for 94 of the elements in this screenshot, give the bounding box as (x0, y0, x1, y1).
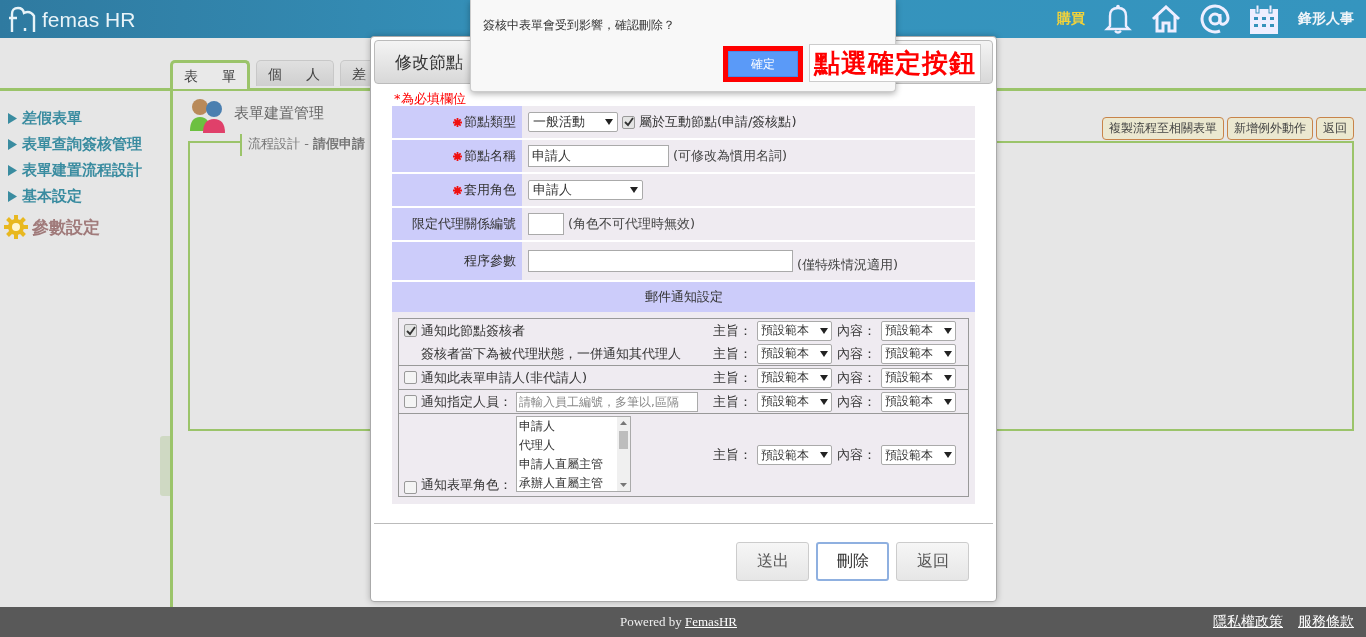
content-select[interactable]: 預設範本 (881, 445, 956, 465)
people-icon (188, 97, 228, 133)
action-button[interactable]: 複製流程至相關表單 (1102, 116, 1224, 140)
sidebar-toggle[interactable] (160, 436, 170, 496)
list-option[interactable]: 申請人 (517, 417, 617, 436)
caret-icon (944, 374, 952, 381)
field-label: 程序參數 (464, 252, 516, 270)
dialog-button[interactable]: 送出 (736, 541, 809, 581)
caret-icon (820, 327, 828, 334)
notify-label: 通知此節點簽核者 (421, 321, 525, 340)
action-button[interactable]: 新增例外動作 (1227, 116, 1313, 140)
notify-label: 通知指定人員： (421, 392, 512, 411)
confirm-message: 簽核中表單會受到影響，確認刪除？ (483, 17, 676, 34)
checkbox[interactable] (622, 115, 635, 129)
text-area[interactable] (528, 250, 793, 272)
caret-icon (630, 187, 638, 193)
subject-select[interactable]: 預設範本 (757, 445, 832, 465)
dialog-button[interactable]: 刪除 (816, 541, 889, 581)
bell-icon[interactable] (1104, 4, 1132, 34)
section-header: 郵件通知設定 (392, 282, 975, 312)
home-icon[interactable] (1151, 5, 1181, 33)
dialog-button[interactable]: 返回 (896, 541, 969, 581)
bullet-icon (8, 164, 17, 176)
caret-icon (944, 398, 952, 405)
list-option[interactable]: 申請人直屬主管 (517, 455, 617, 474)
footer-credit: Powered by FemasHR (620, 614, 737, 630)
callout-label: 點選確定按鈕 (809, 44, 981, 82)
required-note: *為必填欄位 (394, 92, 467, 106)
bullet-icon (8, 138, 17, 150)
content-label: 內容： (837, 368, 876, 387)
footer-link[interactable]: 隱私權政策 (1213, 613, 1283, 631)
input-field[interactable]: 請輸入員工編號，多筆以,區隔 (516, 391, 698, 412)
caret-icon (944, 350, 952, 357)
content-label: 內容： (837, 392, 876, 411)
caret-icon (820, 374, 828, 381)
checkbox[interactable] (404, 481, 417, 494)
input-field[interactable] (528, 213, 564, 235)
field-label: 節點名稱 (464, 147, 516, 165)
field-label: 節點類型 (464, 113, 516, 131)
content-select[interactable]: 預設範本 (881, 320, 956, 341)
content-select[interactable]: 預設範本 (881, 343, 956, 364)
tab[interactable]: 表 單 (170, 60, 250, 89)
field-hint: (角色不可代理時無效) (568, 215, 696, 233)
content-label: 內容： (837, 321, 876, 340)
bullet-icon (8, 190, 17, 202)
content-select[interactable]: 預設範本 (881, 391, 956, 412)
subject-select[interactable]: 預設範本 (757, 320, 832, 341)
caret-icon (605, 119, 613, 125)
field-label: 套用角色 (464, 181, 516, 199)
bullet-icon (8, 112, 17, 124)
caret-icon (820, 398, 828, 405)
subject-label: 主旨： (713, 344, 752, 363)
subject-label: 主旨： (713, 392, 752, 411)
notify-label: 簽核者當下為被代理狀態，一併通知其代理人 (421, 344, 681, 363)
caret-icon (944, 327, 952, 334)
input-field[interactable]: 申請人 (528, 145, 669, 167)
email-icon[interactable] (1200, 4, 1230, 34)
list-option[interactable]: 代理人 (517, 436, 617, 455)
calendar-icon[interactable] (1249, 4, 1279, 34)
notify-label: 通知表單角色： (421, 476, 512, 494)
footer-link[interactable]: 服務條款 (1298, 613, 1354, 631)
list-option[interactable]: 承辦人直屬主管 (517, 474, 617, 491)
brand-link[interactable]: FemasHR (685, 614, 737, 629)
checkbox[interactable] (404, 371, 417, 384)
subject-label: 主旨： (713, 321, 752, 340)
list-box[interactable]: 申請人 代理人 申請人直屬主管 承辦人直屬主管 (516, 416, 631, 492)
select-field[interactable]: 一般活動 (528, 112, 618, 132)
logo-text: femas HR (42, 8, 136, 32)
subject-select[interactable]: 預設範本 (757, 343, 832, 364)
subject-label: 主旨： (713, 446, 752, 464)
field-hint: (僅特殊情況適用) (797, 256, 899, 274)
subject-select[interactable]: 預設範本 (757, 367, 832, 388)
field-label: 限定代理關係編號 (412, 215, 516, 233)
logo-icon (8, 6, 38, 32)
field-hint: (可修改為慣用名詞) (673, 147, 788, 165)
subject-select[interactable]: 預設範本 (757, 391, 832, 412)
caret-icon (944, 452, 952, 458)
select-field[interactable]: 申請人 (528, 180, 643, 200)
checkbox[interactable] (404, 324, 417, 337)
subject-label: 主旨： (713, 368, 752, 387)
action-button[interactable]: 返回 (1316, 116, 1354, 140)
gear-icon (4, 215, 28, 239)
content-select[interactable]: 預設範本 (881, 367, 956, 388)
content-label: 內容： (837, 344, 876, 363)
scrollbar[interactable] (617, 417, 630, 491)
checkbox-label: 屬於互動節點(申請/簽核點) (639, 113, 797, 131)
page-title: 表單建置管理 (234, 103, 324, 123)
notify-label: 通知此表單申請人(非代請人) (421, 368, 588, 387)
panel-legend: 流程設計 - 請假申請 (240, 134, 371, 156)
checkbox[interactable] (404, 395, 417, 408)
caret-icon (820, 452, 828, 458)
content-label: 內容： (837, 446, 876, 464)
caret-icon (820, 350, 828, 357)
tab[interactable]: 個 人 (256, 60, 334, 86)
